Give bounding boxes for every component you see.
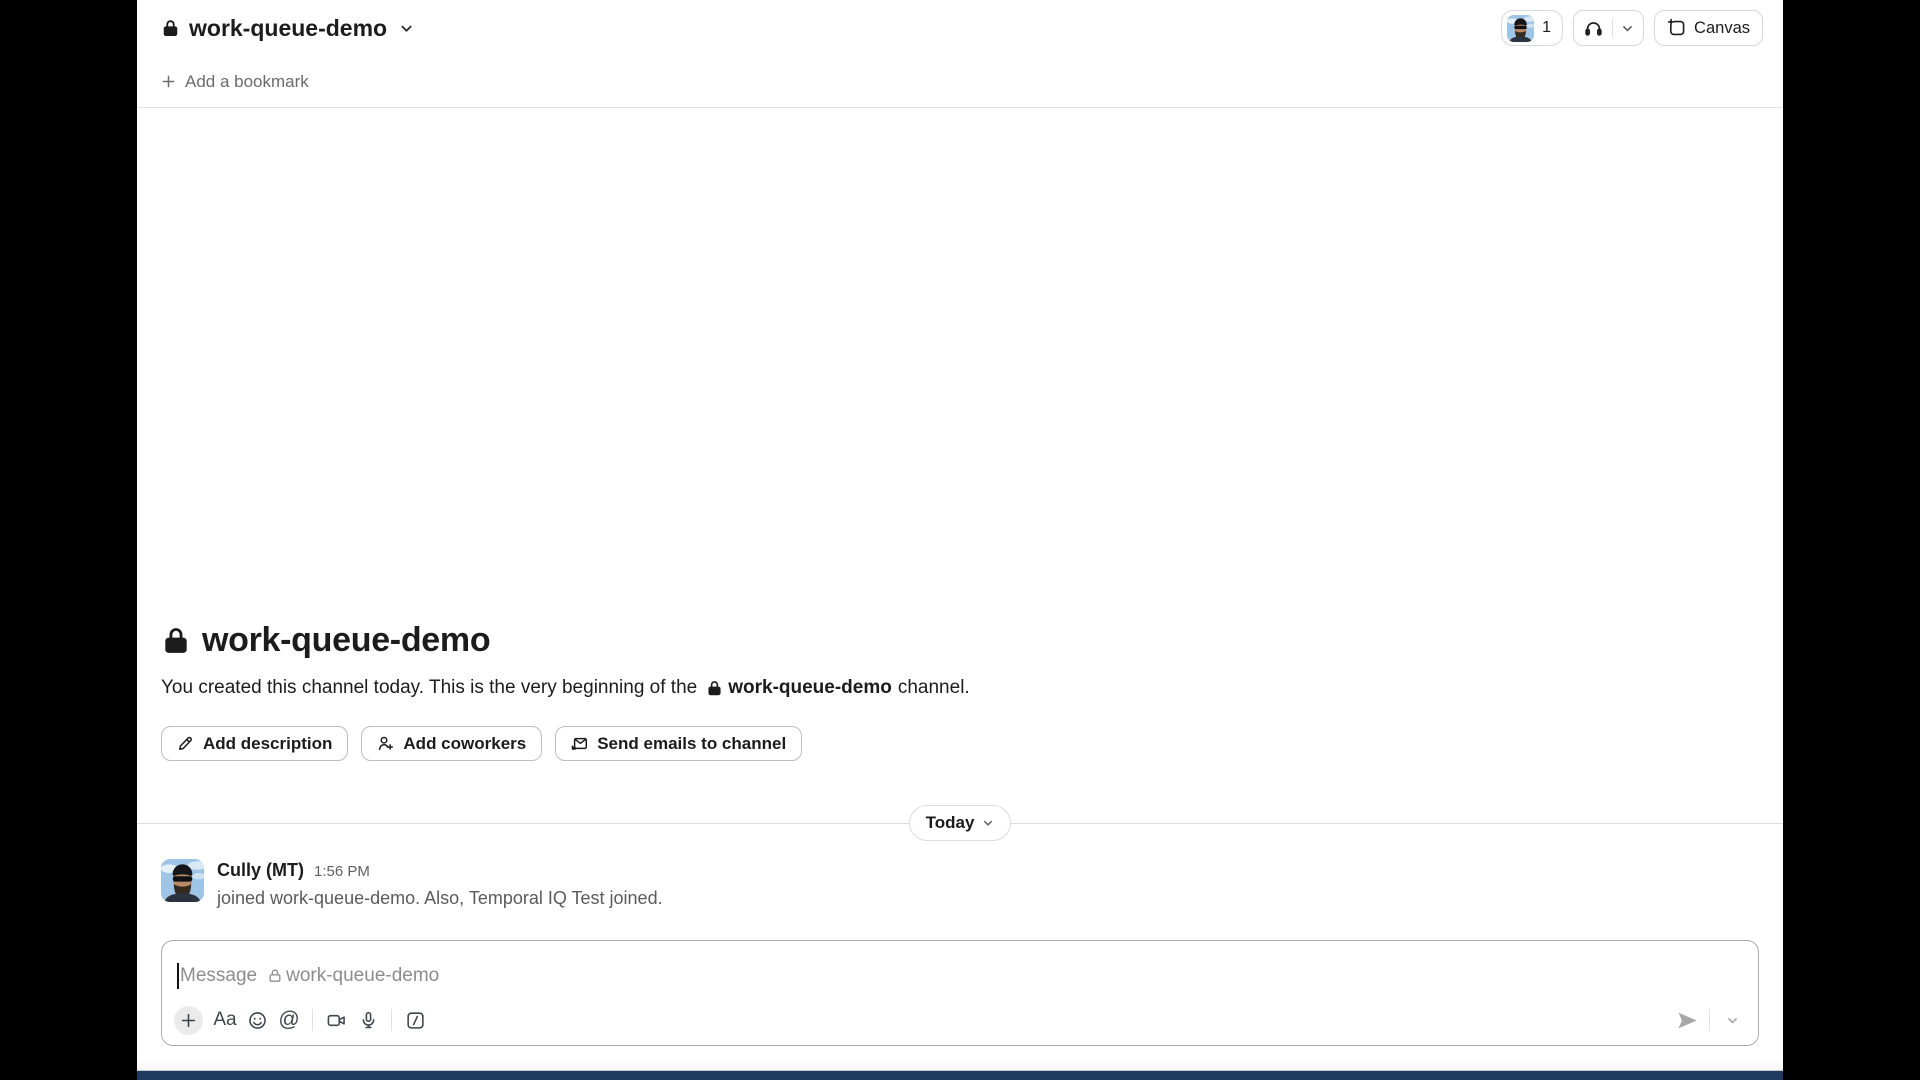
channel-intro-actions: Add description Add coworkers Send email…	[161, 726, 1759, 761]
lock-icon	[161, 19, 180, 38]
composer-area: Message work-queue-demo Aa	[137, 940, 1783, 1046]
intro-description-channel: work-queue-demo	[728, 677, 892, 699]
microphone-icon	[358, 1010, 379, 1031]
send-button[interactable]	[1671, 1004, 1703, 1036]
canvas-icon	[1667, 18, 1687, 38]
chevron-down-icon	[1726, 1014, 1739, 1027]
shortcuts-button[interactable]	[399, 1004, 431, 1036]
date-divider: Today	[137, 805, 1783, 841]
members-button[interactable]: 1	[1501, 10, 1563, 46]
video-clip-button[interactable]	[320, 1004, 352, 1036]
message-timestamp[interactable]: 1:56 PM	[314, 861, 370, 883]
intro-description-suffix: channel.	[898, 677, 970, 699]
message-pane: work-queue-demo You created this channel…	[137, 108, 1783, 940]
send-options-button[interactable]	[1716, 1004, 1748, 1036]
emoji-button[interactable]	[241, 1004, 273, 1036]
video-icon	[326, 1010, 347, 1031]
intro-description-prefix: You created this channel today. This is …	[161, 677, 697, 699]
message-input[interactable]: Message work-queue-demo	[162, 941, 1758, 1004]
canvas-button[interactable]: Canvas	[1654, 10, 1763, 46]
toolbar-divider	[391, 1009, 392, 1031]
member-count: 1	[1542, 19, 1551, 37]
format-icon: Aa	[213, 1009, 236, 1031]
channel-intro-description: You created this channel today. This is …	[161, 677, 1759, 699]
plus-icon	[161, 74, 176, 89]
message-text: joined work-queue-demo. Also, Temporal I…	[217, 886, 663, 910]
message-row: Cully (MT) 1:56 PM joined work-queue-dem…	[137, 859, 1783, 910]
emoji-icon	[247, 1010, 268, 1031]
composer-placeholder-channel: work-queue-demo	[286, 965, 439, 987]
add-bookmark-button[interactable]: Add a bookmark	[161, 72, 309, 92]
message-header: Cully (MT) 1:56 PM	[217, 859, 663, 883]
huddle-button[interactable]	[1573, 10, 1644, 46]
message-composer: Message work-queue-demo Aa	[161, 940, 1759, 1046]
mention-icon: @	[278, 1008, 299, 1032]
channel-name: work-queue-demo	[189, 15, 387, 42]
send-controls	[1671, 1004, 1748, 1036]
add-coworkers-button[interactable]: Add coworkers	[361, 726, 542, 761]
mention-button[interactable]: @	[273, 1004, 305, 1036]
window-bottom-strip	[137, 1046, 1783, 1080]
lock-icon	[706, 680, 723, 697]
add-coworkers-label: Add coworkers	[403, 734, 526, 754]
message-content: Cully (MT) 1:56 PM joined work-queue-dem…	[217, 859, 663, 910]
header-actions: 1 Canvas	[1501, 10, 1763, 46]
send-divider	[1709, 1009, 1710, 1031]
plus-icon	[180, 1012, 197, 1029]
composer-toolbar: Aa @	[162, 1004, 1758, 1045]
email-icon	[571, 735, 588, 752]
audio-clip-button[interactable]	[352, 1004, 384, 1036]
add-bookmark-label: Add a bookmark	[185, 72, 309, 92]
channel-intro-title: work-queue-demo	[161, 621, 1759, 660]
composer-placeholder-prefix: Message	[180, 965, 257, 987]
chevron-down-icon	[399, 21, 414, 36]
lock-icon	[161, 626, 191, 656]
lock-icon	[267, 968, 283, 984]
huddle-divider	[1612, 18, 1613, 38]
headphones-icon	[1583, 18, 1604, 39]
channel-intro: work-queue-demo You created this channel…	[137, 621, 1783, 761]
canvas-label: Canvas	[1694, 19, 1750, 38]
date-label: Today	[926, 813, 975, 833]
intro-channel-name: work-queue-demo	[202, 621, 490, 660]
send-emails-label: Send emails to channel	[597, 734, 786, 754]
channel-title-button[interactable]: work-queue-demo	[161, 15, 414, 42]
toolbar-divider	[312, 1009, 313, 1031]
slash-shortcuts-icon	[405, 1010, 426, 1031]
chevron-down-icon	[982, 817, 994, 829]
slack-channel-view: work-queue-demo 1	[137, 0, 1783, 1080]
date-pill-button[interactable]: Today	[909, 805, 1012, 841]
add-description-button[interactable]: Add description	[161, 726, 348, 761]
huddle-options-chevron-icon[interactable]	[1621, 22, 1634, 35]
send-emails-button[interactable]: Send emails to channel	[555, 726, 802, 761]
send-icon	[1676, 1009, 1699, 1032]
message-username[interactable]: Cully (MT)	[217, 859, 304, 881]
attach-plus-button[interactable]	[174, 1006, 203, 1035]
person-add-icon	[377, 735, 394, 752]
bottom-accent-bar	[137, 1071, 1783, 1080]
format-button[interactable]: Aa	[209, 1004, 241, 1036]
bookmarks-bar: Add a bookmark	[137, 56, 1783, 108]
pencil-icon	[177, 735, 194, 752]
member-avatar	[1507, 15, 1534, 42]
text-caret	[177, 963, 179, 989]
add-description-label: Add description	[203, 734, 332, 754]
channel-header: work-queue-demo 1	[137, 0, 1783, 56]
avatar[interactable]	[161, 859, 204, 902]
